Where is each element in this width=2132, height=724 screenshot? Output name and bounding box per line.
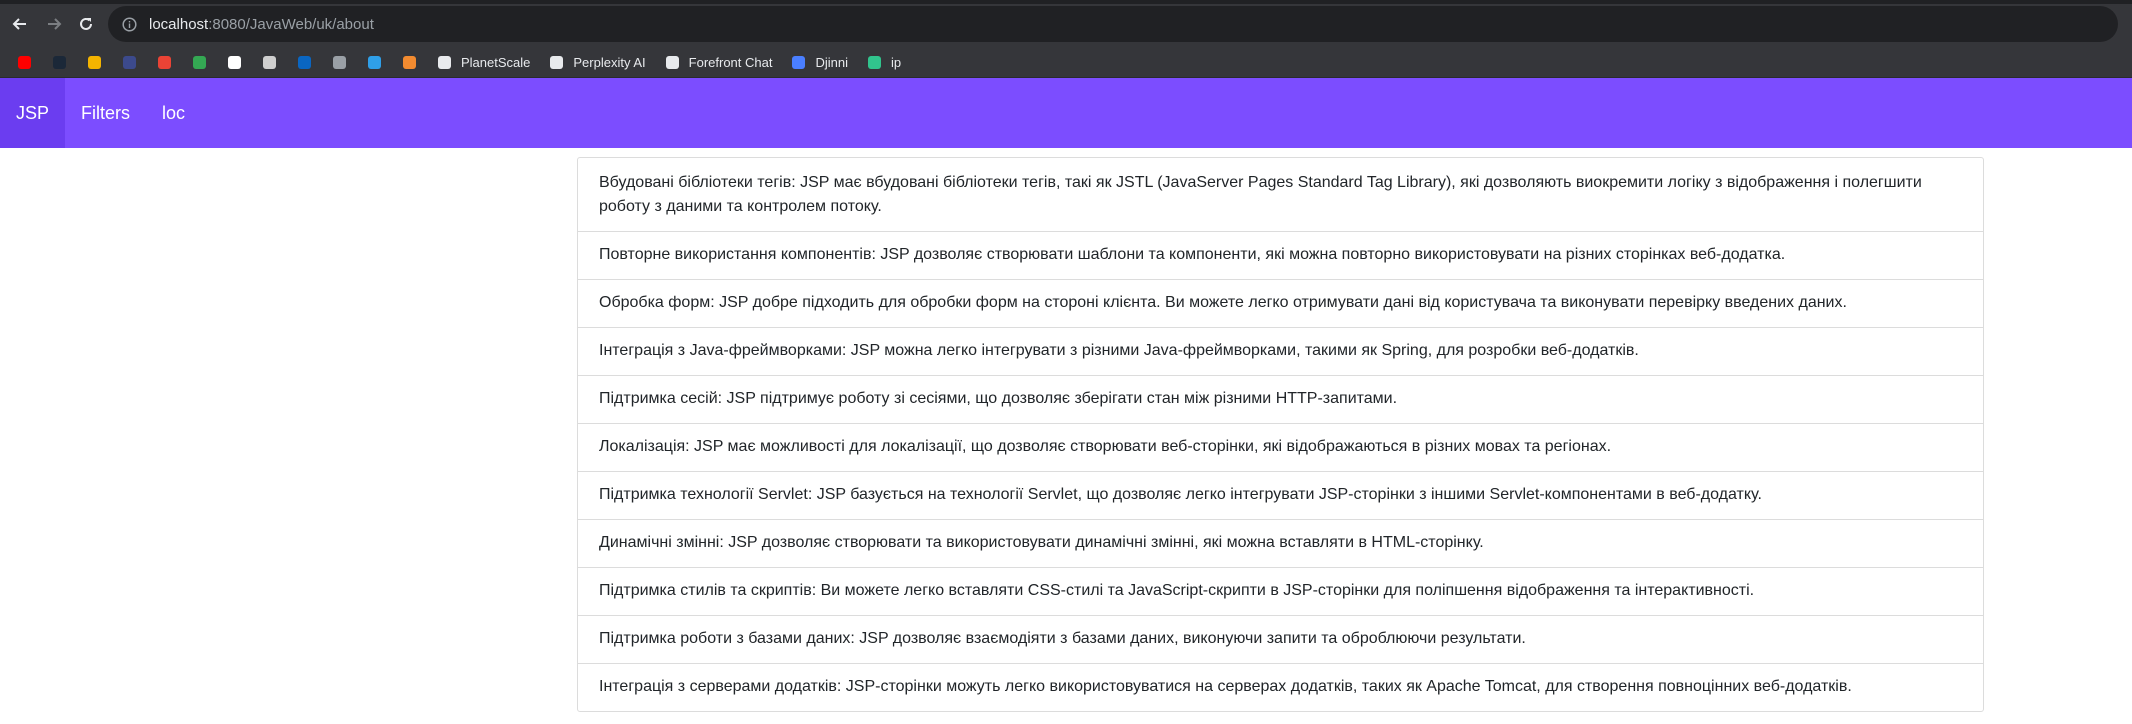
bookmark-robot[interactable] (327, 51, 352, 75)
icon-glyph (88, 56, 101, 69)
icon-glyph (298, 56, 311, 69)
nav-item-jsp[interactable]: JSP (0, 78, 66, 148)
reload-icon (80, 17, 92, 30)
icon-glyph (403, 56, 416, 69)
bookmark-perplexity[interactable]: Perplexity AI (544, 51, 649, 75)
tab-strip-edge (0, 0, 2132, 4)
icon-glyph (792, 56, 806, 69)
url-path: :8080/JavaWeb/uk/about (208, 15, 374, 33)
icon-glyph (53, 56, 66, 69)
bookmark-gmail[interactable] (152, 51, 177, 75)
list-item: Інтеграція з Java-фреймворками: JSP можн… (578, 327, 1983, 375)
nav-item-filters[interactable]: Filters (65, 78, 146, 148)
graduation-cap-icon (121, 54, 138, 71)
perplexity-icon (548, 54, 565, 71)
forward-button[interactable] (42, 12, 66, 36)
list-item: Вбудовані бібліотеки тегів: JSP має вбуд… (599, 174, 1922, 215)
bookmarks-bar: PlanetScale Perplexity AI Forefront Chat Dj… (0, 48, 2132, 78)
icon-glyph (665, 56, 679, 69)
bookmark-label: PlanetScale (461, 55, 531, 70)
icon-glyph (333, 56, 346, 69)
steam-icon (51, 54, 68, 71)
list-item: Підтримка технології Servlet: JSP базуєт… (578, 471, 1983, 519)
bookmark-planetscale[interactable]: PlanetScale (432, 51, 534, 75)
list-item: Підтримка роботи з базами даних: JSP доз… (578, 615, 1983, 663)
url-host: localhost (149, 15, 209, 33)
bookmark-linkedin[interactable] (292, 51, 317, 75)
nav-item-loc[interactable]: loc (146, 78, 201, 148)
url-text: localhost:8080/JavaWeb/uk/about (149, 16, 374, 33)
bookmark-label: Perplexity AI (573, 55, 646, 70)
icon-glyph (228, 56, 241, 69)
bookmark-globe[interactable] (257, 51, 282, 75)
bookmark-youtube[interactable] (12, 51, 37, 75)
bookmark-label: Forefront Chat (688, 55, 773, 70)
reload-button[interactable] (74, 12, 98, 36)
icon-glyph (193, 56, 206, 69)
info-icon (122, 16, 137, 32)
ip-icon (866, 54, 883, 71)
forefront-icon (664, 54, 681, 71)
bookmark-label: Djinni (815, 55, 848, 70)
icon-glyph (868, 56, 881, 69)
arrow-left-icon (12, 18, 26, 30)
list-item: Локалізація: JSP має можливості для лока… (578, 423, 1983, 471)
linkedin-icon (296, 54, 313, 71)
globe-icon (261, 54, 278, 71)
bookmark-label: ip (891, 55, 902, 70)
app-navbar: JSP Filters loc (0, 78, 2132, 148)
list-item: Підтримка стилів та скриптів: Ви можете … (578, 567, 1983, 615)
bookmark-folder[interactable] (82, 51, 107, 75)
azure-icon (366, 54, 383, 71)
list-item: Динамічні змінні: JSP дозволяє створюват… (578, 519, 1983, 567)
list-item: Повторне використання компонентів: JSP д… (578, 231, 1983, 279)
icon-glyph (158, 56, 171, 69)
folder-icon (86, 54, 103, 71)
spiral-icon (401, 54, 418, 71)
bookmark-steam[interactable] (47, 51, 72, 75)
icon-glyph (368, 56, 381, 69)
list-item: Інтеграція з серверами додатків: JSP-сто… (578, 663, 1983, 711)
icon-glyph (123, 56, 136, 69)
address-bar[interactable]: localhost:8080/JavaWeb/uk/about (108, 6, 2118, 42)
icon-glyph (550, 56, 564, 69)
bookmark-ip[interactable]: ip (862, 51, 905, 75)
gmail-icon (156, 54, 173, 71)
browser-toolbar: localhost:8080/JavaWeb/uk/about (0, 0, 2132, 48)
github-icon (226, 54, 243, 71)
youtube-icon (16, 54, 33, 71)
back-button[interactable] (8, 12, 32, 36)
bookmark-forefront[interactable]: Forefront Chat (660, 51, 777, 75)
icon-glyph (438, 56, 451, 69)
google-drive-icon (191, 54, 208, 71)
bookmark-azure[interactable] (362, 51, 387, 75)
bookmark-graduation-cap[interactable] (117, 51, 142, 75)
arrow-right-icon (48, 18, 62, 30)
bookmark-djinni[interactable]: Djinni (786, 51, 852, 75)
feature-list: Вбудовані бібліотеки тегів: JSP має вбуд… (577, 157, 1984, 712)
icon-glyph (18, 56, 31, 69)
bookmark-spiral[interactable] (397, 51, 422, 75)
list-item: Підтримка сесій: JSP підтримує роботу зі… (578, 375, 1983, 423)
planetscale-icon (436, 54, 453, 71)
bookmark-github[interactable] (222, 51, 247, 75)
bookmark-google-drive[interactable] (187, 51, 212, 75)
list-item: Обробка форм: JSP добре підходить для об… (578, 279, 1983, 327)
icon-glyph (263, 56, 276, 69)
djinni-icon (790, 54, 807, 71)
robot-icon (331, 54, 348, 71)
